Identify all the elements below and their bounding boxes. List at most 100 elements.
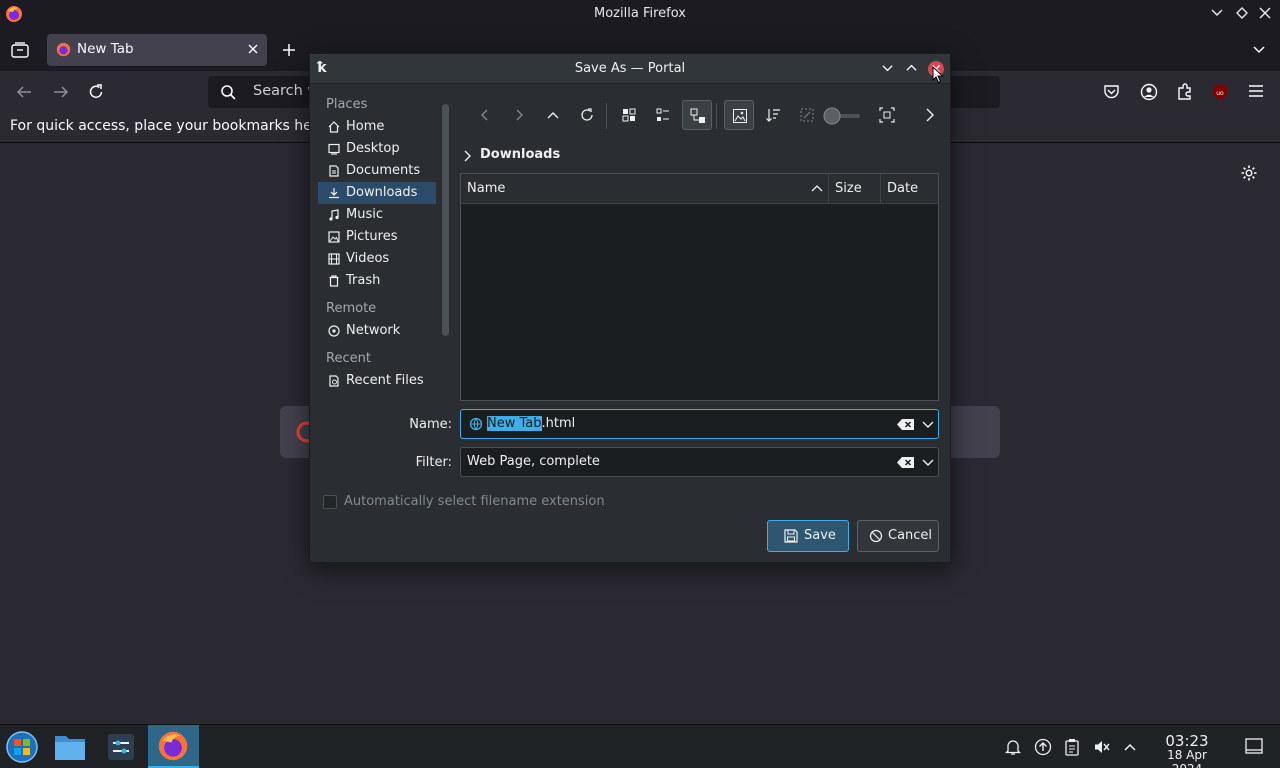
taskbar: 03:23 18 Apr 2024	[0, 724, 1280, 768]
select-area-icon[interactable]	[872, 100, 902, 130]
places-item-home[interactable]: Home	[318, 116, 436, 138]
auto-extension-checkbox[interactable]	[323, 495, 337, 509]
places-item-trash[interactable]: Trash	[318, 270, 436, 292]
volume-muted-icon[interactable]	[1093, 738, 1111, 756]
app-menu-icon[interactable]	[1248, 84, 1264, 98]
places-item-recent-files[interactable]: Recent Files	[318, 370, 436, 392]
close-window-icon[interactable]	[1258, 6, 1274, 22]
file-manager-icon[interactable]	[54, 732, 86, 762]
zoom-reset-icon[interactable]	[792, 100, 822, 130]
videos-icon	[328, 253, 340, 265]
places-item-label: Desktop	[346, 141, 400, 156]
file-list[interactable]: Name Size Date	[460, 173, 939, 401]
desktop-icon	[328, 143, 340, 155]
recent-header: Recent	[326, 351, 371, 366]
search-icon	[220, 84, 237, 101]
account-icon[interactable]	[1140, 83, 1158, 101]
start-menu-icon[interactable]	[5, 730, 39, 764]
remote-header: Remote	[326, 301, 377, 316]
window-title: Mozilla Firefox	[594, 6, 686, 21]
column-size[interactable]: Size	[835, 181, 862, 196]
forward-button[interactable]	[504, 100, 534, 130]
sort-button[interactable]	[758, 100, 788, 130]
reload-icon[interactable]	[87, 83, 105, 101]
places-panel: Places Home Desktop Documents Downloads …	[318, 94, 436, 404]
trash-icon	[328, 275, 340, 287]
compact-view-button[interactable]	[648, 100, 678, 130]
places-item-videos[interactable]: Videos	[318, 248, 436, 270]
notifications-icon[interactable]	[1004, 738, 1022, 756]
back-arrow-icon[interactable]	[15, 84, 33, 100]
auto-extension-label: Automatically select filename extension	[344, 494, 605, 509]
dialog-titlebar: ꝁ Save As — Portal	[310, 54, 950, 84]
filename-input[interactable]: New Tab.html	[460, 409, 939, 439]
places-header: Places	[326, 97, 368, 112]
pocket-icon[interactable]	[1103, 84, 1120, 100]
forward-arrow-icon[interactable]	[52, 84, 70, 100]
firefox-favicon-icon	[56, 42, 71, 57]
places-item-pictures[interactable]: Pictures	[318, 226, 436, 248]
mouse-cursor-icon	[932, 66, 944, 84]
places-item-documents[interactable]: Documents	[318, 160, 436, 182]
settings-gear-icon[interactable]	[1240, 164, 1258, 182]
filter-combobox[interactable]: Web Page, complete	[460, 447, 939, 477]
places-item-downloads[interactable]: Downloads	[318, 182, 436, 204]
places-scrollbar[interactable]	[442, 104, 449, 336]
cancel-button[interactable]: Cancel	[857, 520, 939, 552]
detailed-tree-view-button[interactable]	[682, 100, 712, 130]
svg-text:uo: uo	[1216, 90, 1224, 97]
sort-ascending-icon	[811, 183, 823, 193]
parent-folder-button[interactable]	[538, 100, 568, 130]
extensions-puzzle-icon[interactable]	[1176, 83, 1194, 101]
filename-dropdown-icon[interactable]	[922, 420, 934, 430]
clipboard-icon[interactable]	[1064, 738, 1080, 756]
name-label: Name:	[409, 417, 452, 432]
tray-expand-icon[interactable]	[1123, 741, 1137, 753]
more-tools-chevron-icon[interactable]	[914, 100, 944, 130]
dialog-maximize-icon[interactable]	[905, 61, 918, 74]
clear-filter-icon[interactable]	[897, 456, 915, 469]
clear-text-icon[interactable]	[897, 418, 915, 431]
ublock-origin-icon[interactable]: uo	[1211, 83, 1229, 101]
filter-dropdown-icon[interactable]	[922, 458, 934, 468]
zoom-slider[interactable]	[822, 106, 862, 126]
list-all-tabs-icon[interactable]	[1252, 43, 1266, 57]
column-date[interactable]: Date	[887, 181, 918, 196]
places-item-label: Trash	[346, 273, 381, 288]
filter-value: Web Page, complete	[467, 454, 600, 469]
system-settings-icon[interactable]	[107, 733, 135, 761]
save-button[interactable]: Save	[767, 520, 849, 552]
dialog-minimize-icon[interactable]	[881, 62, 894, 75]
places-item-desktop[interactable]: Desktop	[318, 138, 436, 160]
tab-new-tab[interactable]: New Tab	[47, 34, 267, 66]
show-preview-button[interactable]	[724, 100, 754, 130]
places-item-music[interactable]: Music	[318, 204, 436, 226]
clock[interactable]: 03:23 18 Apr 2024	[1150, 732, 1224, 768]
tab-label: New Tab	[77, 41, 134, 57]
file-dialog-toolbar	[470, 100, 940, 132]
places-item-label: Pictures	[346, 229, 398, 244]
firefox-view-icon[interactable]	[11, 42, 29, 58]
places-item-label: Music	[346, 207, 383, 222]
updates-icon[interactable]	[1034, 738, 1052, 756]
firefox-task-icon	[157, 730, 189, 762]
file-list-header: Name Size Date	[461, 174, 938, 204]
tab-close-icon[interactable]	[247, 43, 259, 55]
breadcrumb-current[interactable]: Downloads	[480, 147, 560, 162]
new-tab-plus-icon[interactable]	[281, 42, 297, 58]
places-item-label: Videos	[346, 251, 390, 266]
column-name[interactable]: Name	[467, 181, 505, 196]
home-icon	[328, 121, 340, 133]
save-as-dialog: ꝁ Save As — Portal Places Home Desktop D…	[309, 53, 951, 563]
minimize-icon[interactable]	[1210, 6, 1226, 22]
icons-view-button[interactable]	[614, 100, 644, 130]
web-page-icon	[469, 417, 483, 431]
filename-selected-part: New Tab	[487, 416, 542, 431]
maximize-icon[interactable]	[1235, 6, 1251, 22]
taskbar-firefox-active[interactable]	[148, 725, 199, 768]
reload-button[interactable]	[572, 100, 602, 130]
show-desktop-icon[interactable]	[1245, 738, 1263, 754]
back-button[interactable]	[470, 100, 500, 130]
places-item-network[interactable]: Network	[318, 320, 436, 342]
places-item-label: Home	[346, 119, 385, 134]
